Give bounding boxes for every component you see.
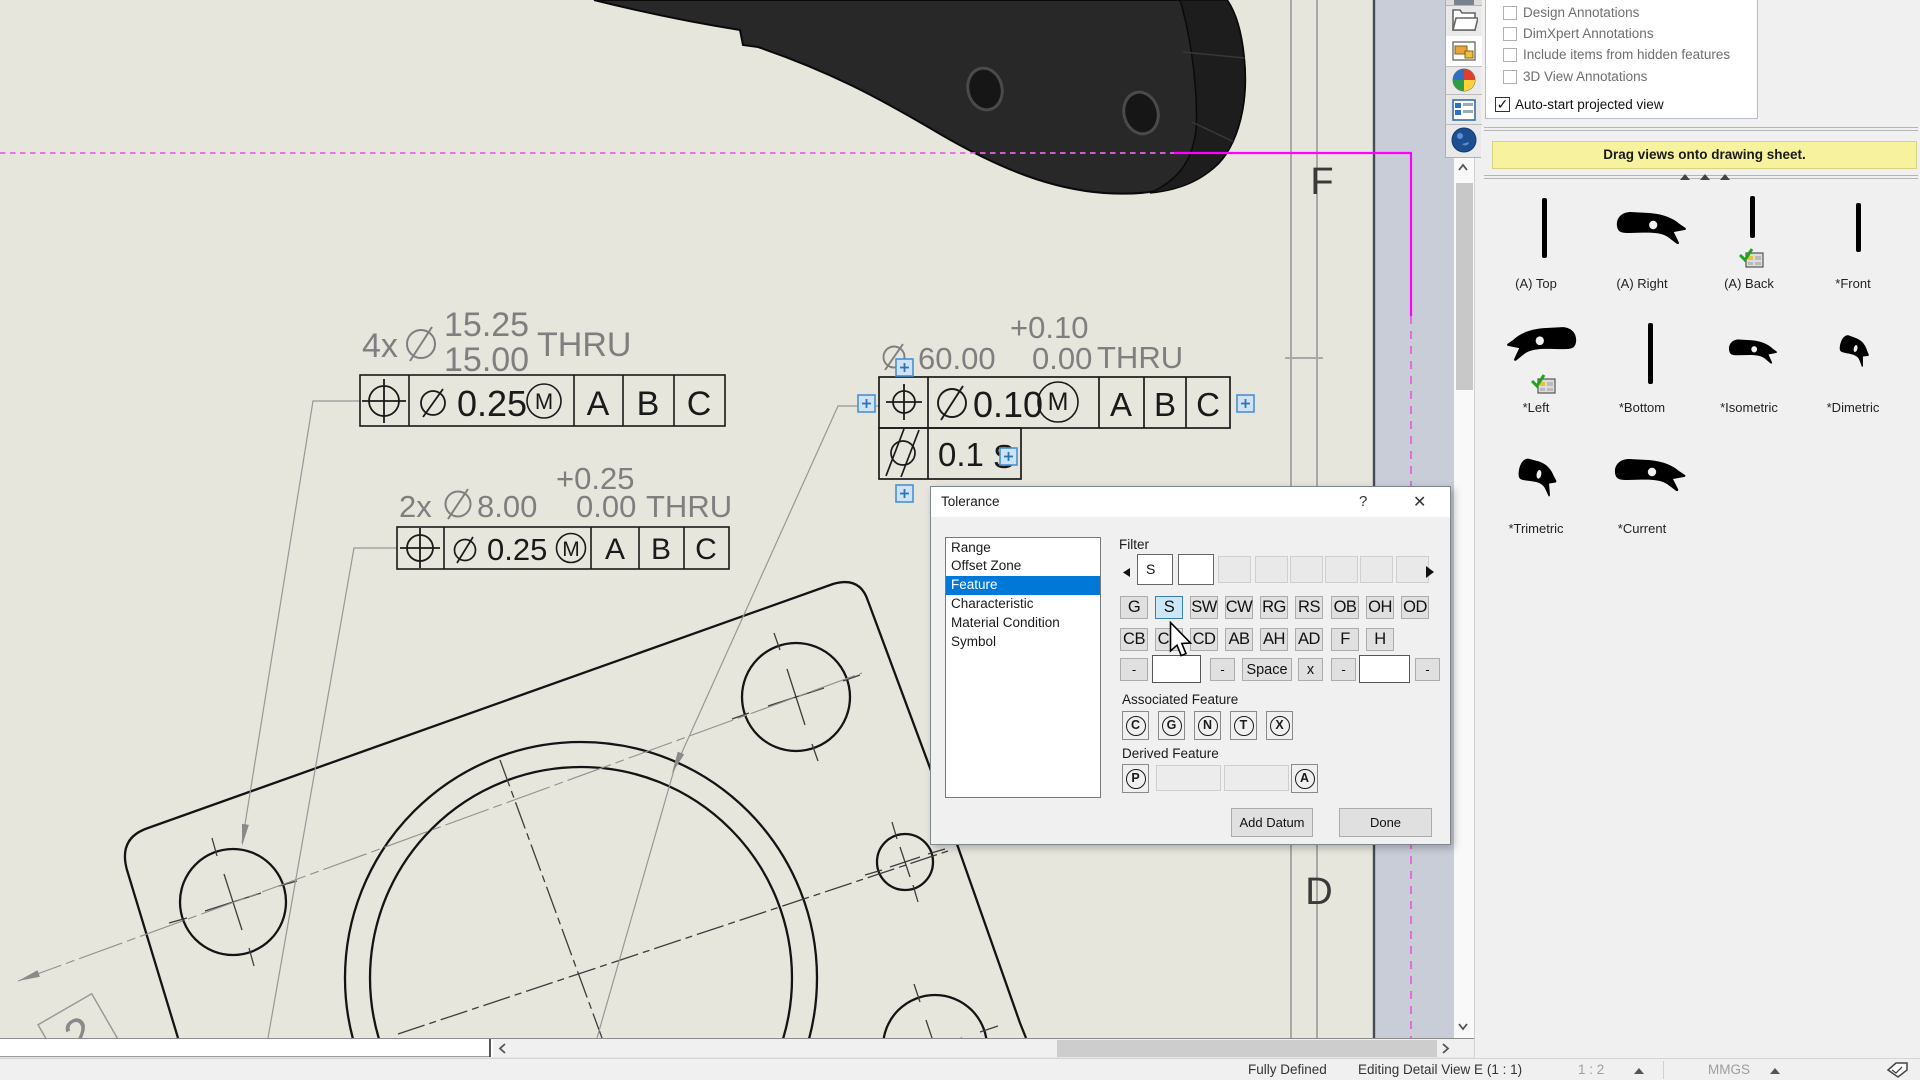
svg-text:0.25: 0.25 (487, 532, 547, 567)
svg-text:0.00: 0.00 (576, 489, 636, 524)
svg-text:B: B (1154, 386, 1176, 423)
svg-text:15.00: 15.00 (444, 341, 529, 379)
svg-text:60.00: 60.00 (918, 341, 996, 376)
svg-text:THRU: THRU (1097, 340, 1183, 375)
svg-text:B: B (651, 533, 671, 566)
svg-text:4x: 4x (362, 327, 398, 365)
svg-text:A: A (1110, 386, 1132, 423)
svg-text:2x: 2x (399, 489, 432, 524)
svg-text:A: A (605, 533, 625, 566)
svg-text:0.1: 0.1 (938, 436, 984, 473)
svg-text:M: M (562, 538, 580, 561)
svg-text:THRU: THRU (537, 326, 631, 364)
svg-text:0.00: 0.00 (1032, 341, 1092, 376)
svg-text:F: F (1310, 161, 1333, 203)
svg-text:+0.10: +0.10 (1010, 310, 1088, 345)
svg-text:B: B (637, 385, 660, 423)
svg-text:D: D (1305, 871, 1332, 913)
svg-text:C: C (687, 385, 712, 423)
svg-text:M: M (1048, 388, 1069, 416)
svg-text:C: C (1196, 386, 1220, 423)
svg-text:0.10: 0.10 (973, 384, 1043, 425)
svg-text:8.00: 8.00 (477, 489, 537, 524)
svg-text:15.25: 15.25 (444, 306, 529, 344)
svg-text:0.25: 0.25 (457, 383, 527, 424)
svg-text:THRU: THRU (646, 489, 732, 524)
svg-text:A: A (587, 385, 610, 423)
svg-text:M: M (535, 389, 553, 414)
svg-text:C: C (695, 533, 717, 566)
